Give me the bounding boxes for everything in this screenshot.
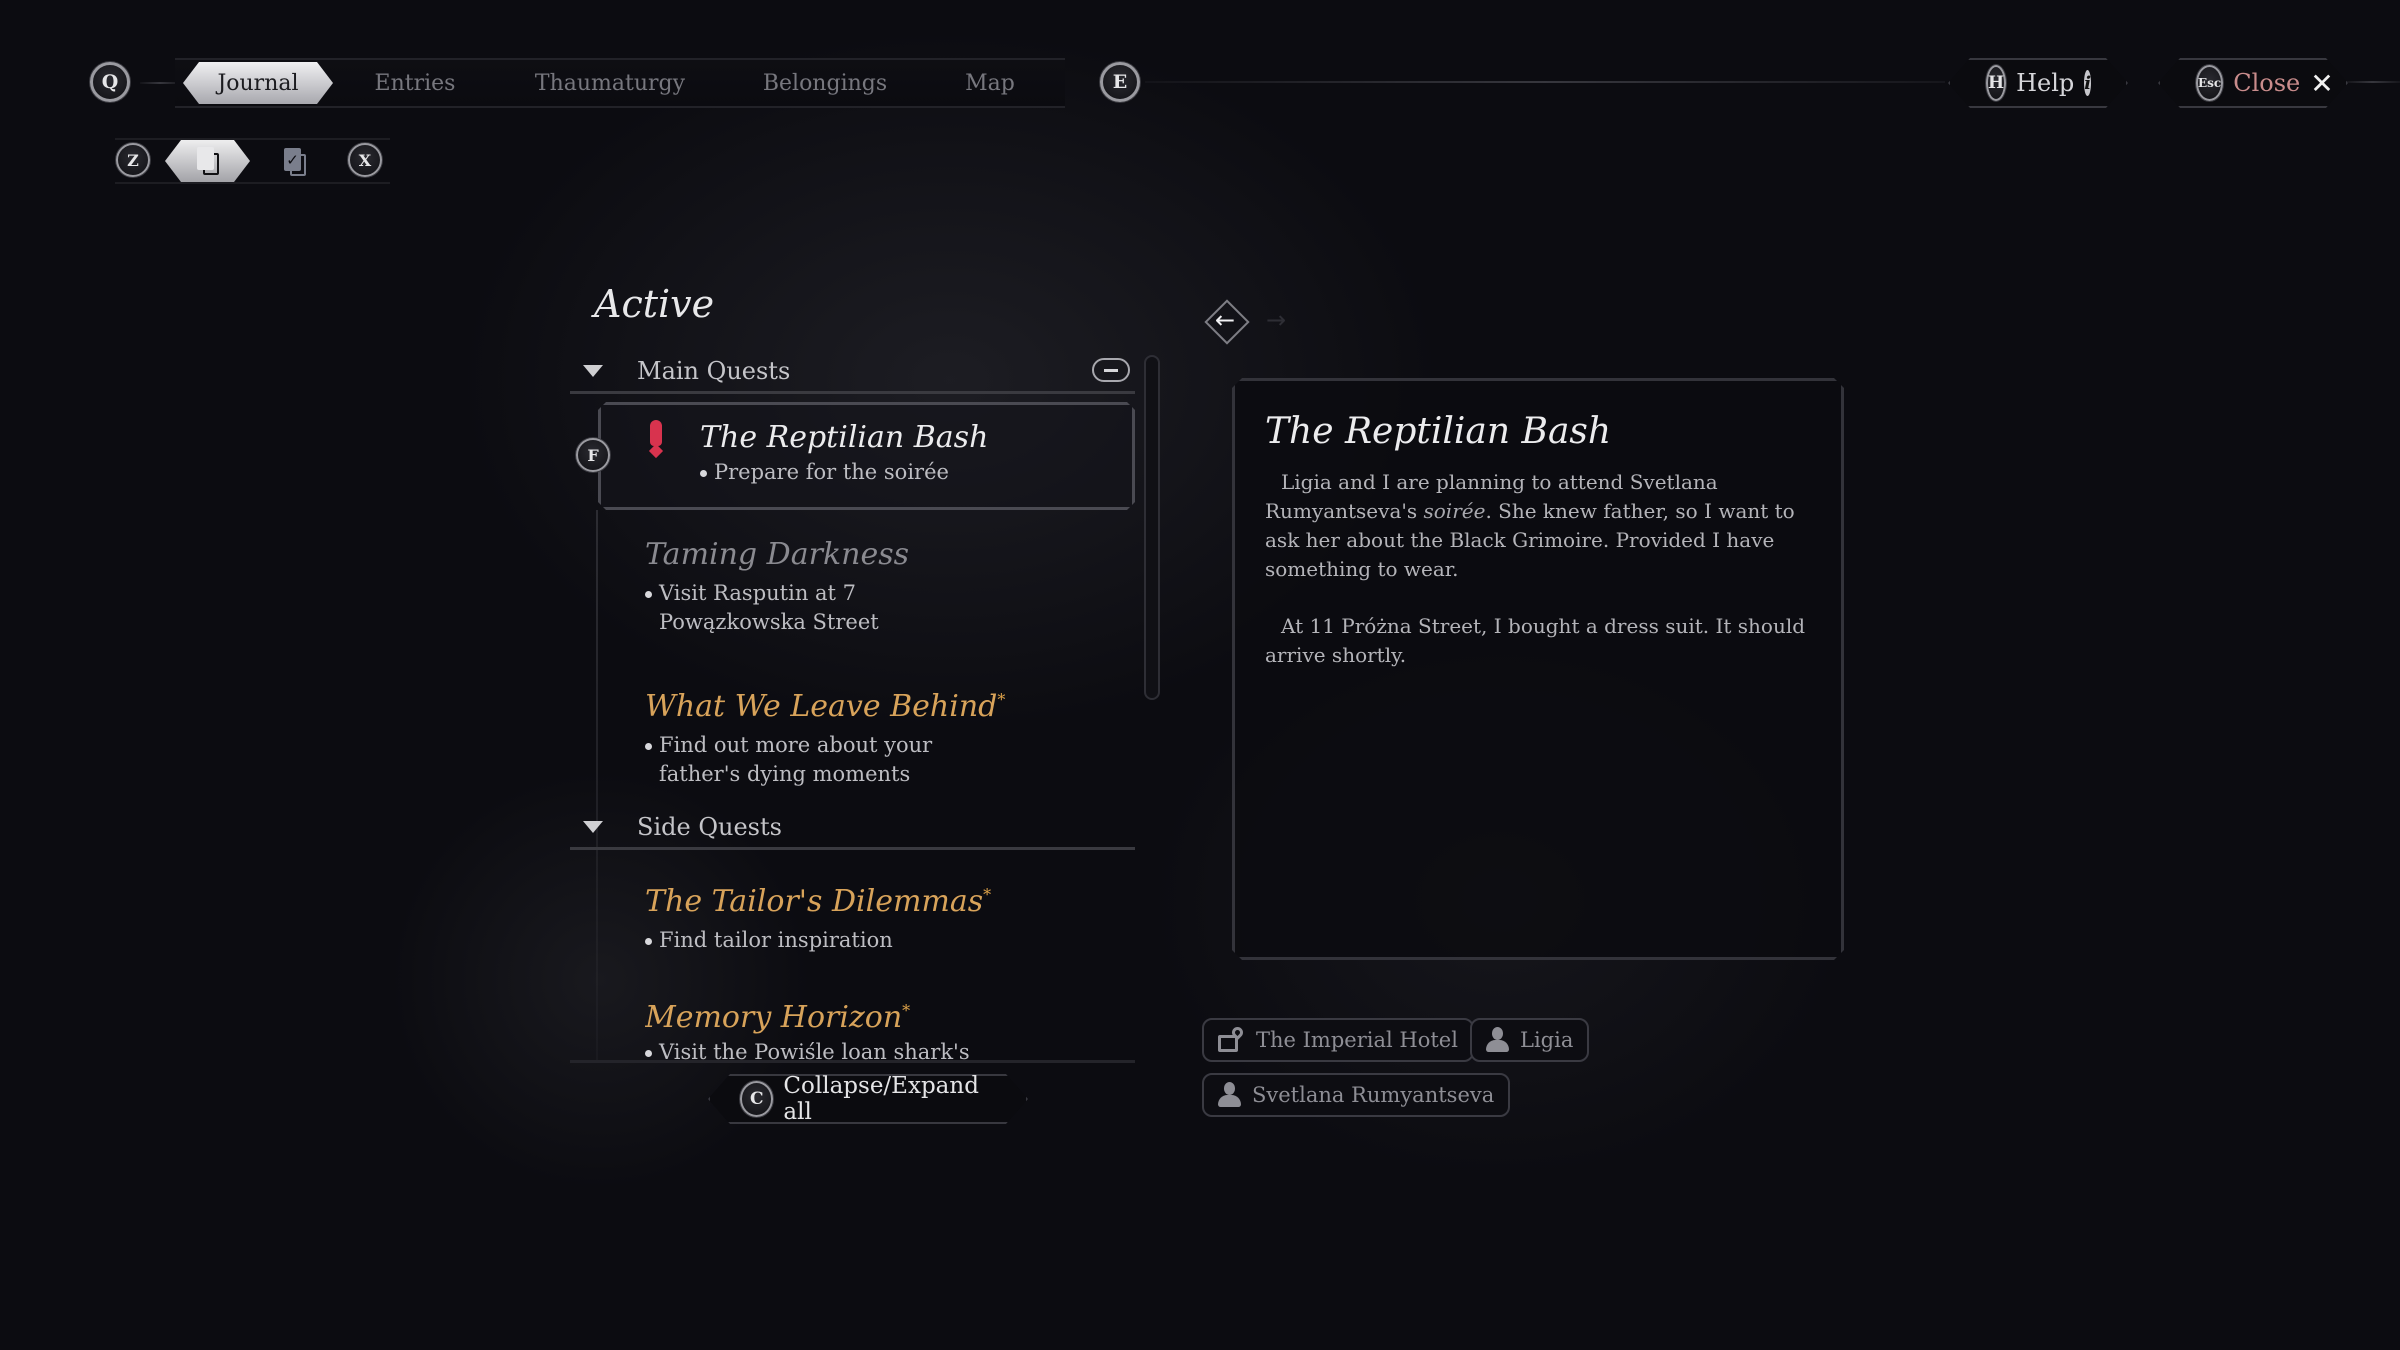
next-filter-key-x[interactable]: X: [348, 143, 382, 177]
quest-item-taming-darkness[interactable]: Taming Darkness Visit Rasputin at 7 Pową…: [645, 537, 915, 637]
quest-item-reptilian-bash[interactable]: The Reptilian Bash Prepare for the soiré…: [700, 420, 988, 487]
quest-objective: Visit the Powiśle loan shark's: [645, 1038, 970, 1060]
person-icon: [1218, 1082, 1241, 1108]
new-quest-marker: *: [902, 1001, 911, 1020]
collapse-triangle-icon: [583, 820, 603, 833]
forward-arrow-button: →: [1256, 300, 1296, 340]
tracked-quest-alert-icon: [648, 420, 664, 460]
help-button[interactable]: H Help i: [1948, 58, 2128, 108]
help-label: Help: [2016, 69, 2075, 97]
quest-detail-panel: The Reptilian Bash Ligia and I are plann…: [1232, 378, 1844, 960]
detail-title: The Reptilian Bash: [1265, 411, 1612, 452]
back-arrow-button[interactable]: ←: [1205, 300, 1245, 340]
header-divider-line-end: [2345, 81, 2400, 83]
header-divider-line: [1145, 81, 1945, 83]
close-button[interactable]: Esc Close ✕: [2158, 58, 2348, 108]
quest-objective: Visit Rasputin at 7 Powązkowska Street: [645, 579, 915, 637]
tag-label: Svetlana Rumyantseva: [1252, 1083, 1495, 1107]
help-key-h: H: [1986, 65, 2006, 101]
tag-label: Ligia: [1520, 1028, 1574, 1052]
tab-thaumaturgy[interactable]: Thaumaturgy: [515, 60, 705, 106]
quest-item-tailors-dilemmas[interactable]: The Tailor's Dilemmas* Find tailor inspi…: [645, 877, 991, 955]
collapse-section-button[interactable]: [1092, 358, 1130, 382]
tag-label: The Imperial Hotel: [1256, 1028, 1458, 1052]
tab-entries[interactable]: Entries: [360, 60, 470, 106]
main-tab-bar: Journal Entries Thaumaturgy Belongings M…: [175, 58, 1065, 108]
completed-quests-doc-icon: ✓: [284, 148, 306, 176]
tag-character-svetlana[interactable]: Svetlana Rumyantseva: [1202, 1073, 1511, 1117]
detail-paragraph-2: At 11 Próżna Street, I bought a dress su…: [1265, 614, 1806, 667]
check-glyph: ✓: [286, 150, 299, 169]
quest-list-title: Active: [594, 282, 715, 326]
tag-character-ligia[interactable]: Ligia: [1470, 1018, 1590, 1062]
tab-belongings[interactable]: Belongings: [745, 60, 905, 106]
prev-tab-key-q[interactable]: Q: [90, 62, 130, 102]
track-quest-key-f[interactable]: F: [576, 438, 610, 472]
section-main-quests[interactable]: Main Quests: [570, 350, 1135, 394]
close-x-icon: ✕: [2310, 66, 2334, 100]
filter-completed-quests[interactable]: ✓: [284, 148, 306, 176]
new-quest-marker: *: [983, 885, 992, 904]
active-quests-doc-icon: !: [197, 147, 219, 175]
nav-connector: [140, 82, 180, 84]
detail-paragraph-1: Ligia and I are planning to attend Svetl…: [1265, 470, 1795, 581]
map-location-icon: [1218, 1024, 1246, 1053]
quest-objective: Find out more about your father's dying …: [645, 731, 955, 789]
filter-active-quests[interactable]: !: [165, 140, 250, 182]
quest-item-what-we-leave-behind[interactable]: What We Leave Behind* Find out more abou…: [645, 682, 1005, 789]
quest-title: Taming Darkness: [645, 537, 909, 572]
section-label: Side Quests: [637, 812, 782, 841]
quest-title: The Reptilian Bash: [700, 420, 989, 455]
close-label: Close: [2233, 69, 2301, 97]
minus-icon: [1104, 368, 1118, 372]
exclamation-glyph: !: [201, 149, 209, 168]
quest-title: The Tailor's Dilemmas: [645, 884, 984, 919]
person-icon: [1486, 1027, 1509, 1053]
list-bottom-divider: [570, 1060, 1135, 1063]
info-icon: i: [2084, 70, 2091, 96]
forward-arrow-icon: →: [1265, 306, 1287, 334]
prev-filter-key-z[interactable]: Z: [116, 143, 150, 177]
quest-objective: Find tailor inspiration: [645, 926, 991, 955]
quest-title: Memory Horizon: [645, 1000, 903, 1035]
quest-objective: Prepare for the soirée: [700, 458, 988, 487]
collapse-label: Collapse/Expand all: [783, 1073, 979, 1125]
next-tab-key-e[interactable]: E: [1100, 62, 1140, 102]
collapse-triangle-icon: [583, 364, 603, 377]
section-label: Main Quests: [637, 356, 791, 385]
quest-title: What We Leave Behind: [645, 689, 998, 724]
quest-list-scrollbar[interactable]: [1144, 355, 1160, 700]
quest-item-memory-horizon[interactable]: Memory Horizon* Visit the Powiśle loan s…: [645, 993, 970, 1060]
close-key-esc: Esc: [2196, 65, 2223, 101]
tag-location-imperial-hotel[interactable]: The Imperial Hotel: [1202, 1018, 1474, 1062]
back-arrow-icon: ←: [1214, 306, 1236, 334]
section-side-quests[interactable]: Side Quests: [570, 806, 1135, 850]
collapse-expand-all-button[interactable]: C Collapse/Expand all: [708, 1074, 1028, 1124]
list-guide-line: [596, 510, 598, 1060]
tab-map[interactable]: Map: [940, 60, 1040, 106]
tab-journal[interactable]: Journal: [183, 62, 333, 104]
collapse-key-c: C: [740, 1081, 773, 1117]
new-quest-marker: *: [997, 690, 1006, 709]
